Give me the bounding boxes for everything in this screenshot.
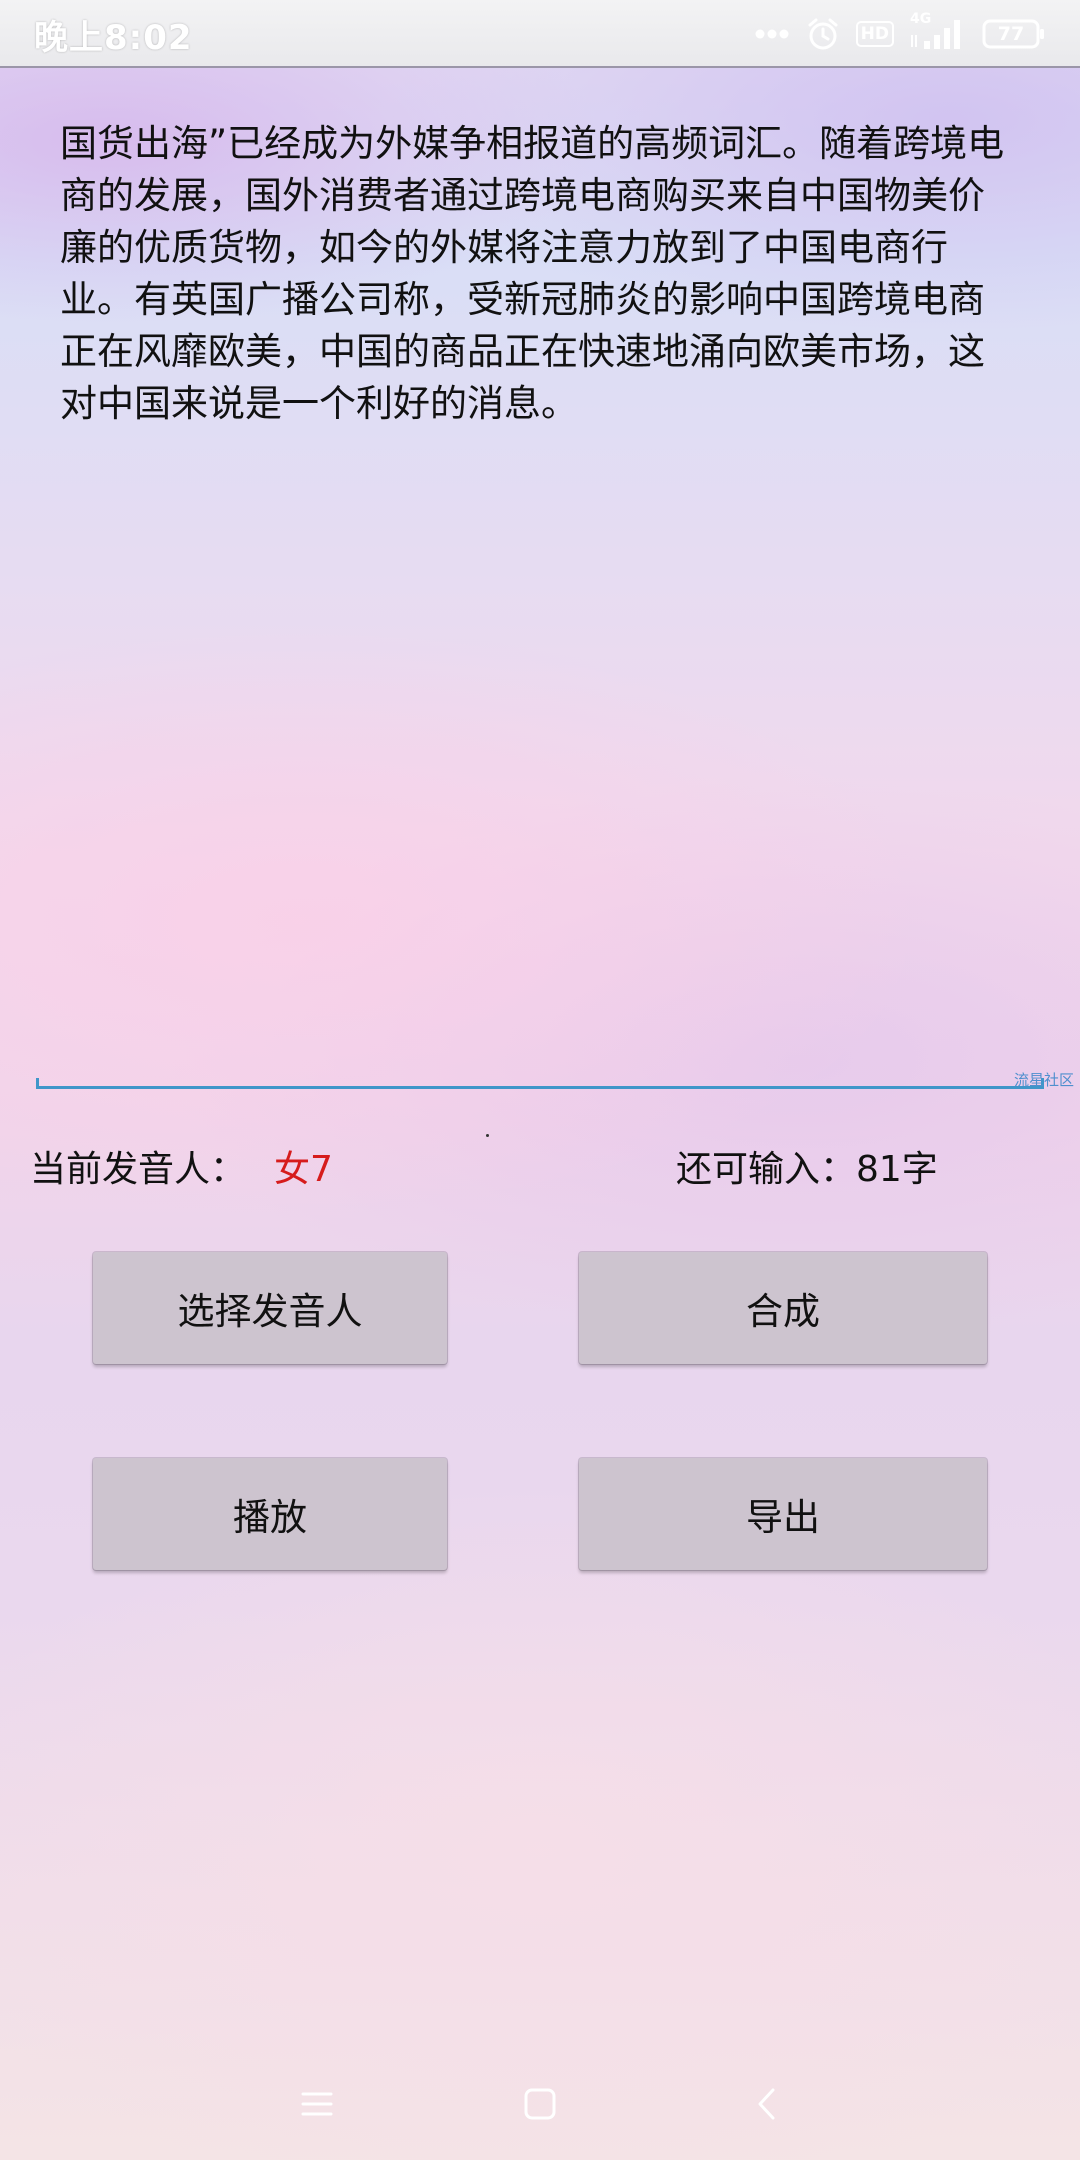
export-button[interactable]: 导出 bbox=[579, 1458, 987, 1570]
status-bar: 晚上8:02 HD 4G 77 bbox=[0, 0, 1080, 68]
underline-left-tick bbox=[36, 1078, 39, 1089]
network-type-label: 4G bbox=[910, 11, 932, 27]
home-button[interactable] bbox=[510, 2076, 570, 2136]
decorative-dot bbox=[486, 1134, 489, 1137]
back-icon bbox=[755, 2087, 779, 2125]
back-button[interactable] bbox=[737, 2076, 797, 2136]
text-input-area[interactable]: 国货出海”已经成为外媒争相报道的高频词汇。随着跨境电商的发展，国外消费者通过跨境… bbox=[60, 118, 1020, 1018]
status-icons: HD 4G 77 bbox=[754, 11, 1046, 54]
more-dots-icon bbox=[754, 28, 790, 40]
menu-button[interactable] bbox=[287, 2076, 347, 2136]
text-input-underline bbox=[36, 1086, 1044, 1089]
status-time: 晚上8:02 bbox=[34, 18, 193, 58]
signal-icon: 4G bbox=[910, 11, 966, 51]
battery-icon: 77 bbox=[982, 19, 1046, 49]
synthesize-button[interactable]: 合成 bbox=[579, 1252, 987, 1364]
select-speaker-button[interactable]: 选择发音人 bbox=[93, 1252, 447, 1364]
alarm-icon bbox=[806, 17, 840, 51]
hd-icon: HD bbox=[855, 21, 894, 47]
current-speaker: 当前发音人： 女7 bbox=[30, 1144, 333, 1196]
watermark: 流星社区 bbox=[1014, 1071, 1075, 1089]
navigation-bar bbox=[0, 2050, 1080, 2160]
current-speaker-value: 女7 bbox=[274, 1149, 333, 1190]
remaining-characters: 还可输入：81字 bbox=[676, 1149, 938, 1190]
home-icon bbox=[523, 2087, 557, 2125]
battery-level: 77 bbox=[997, 23, 1025, 45]
play-button[interactable]: 播放 bbox=[93, 1458, 447, 1570]
current-speaker-label: 当前发音人： bbox=[30, 1149, 247, 1190]
menu-icon bbox=[300, 2089, 334, 2123]
